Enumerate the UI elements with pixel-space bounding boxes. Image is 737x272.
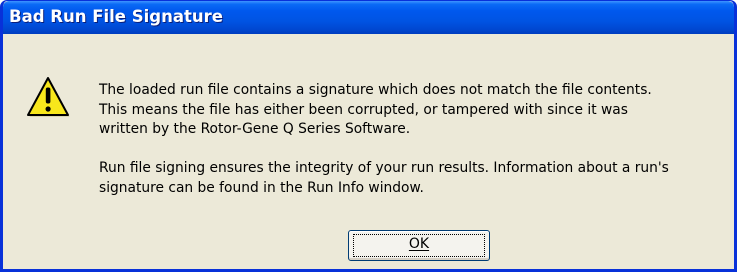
dialog-title: Bad Run File Signature xyxy=(9,7,223,26)
dialog-message: The loaded run file contains a signature… xyxy=(99,81,734,198)
message-line: The loaded run file contains a signature… xyxy=(99,82,652,98)
ok-button[interactable]: OK xyxy=(348,230,490,261)
message-line: written by the Rotor-Gene Q Series Softw… xyxy=(99,121,411,137)
message-dialog: Bad Run File Signature The loaded run fi… xyxy=(0,0,737,272)
ok-button-label: OK xyxy=(408,236,430,252)
warning-icon xyxy=(27,77,70,117)
message-paragraph-1: The loaded run file contains a signature… xyxy=(99,81,734,140)
title-bar[interactable]: Bad Run File Signature xyxy=(3,1,734,34)
message-paragraph-2: Run file signing ensures the integrity o… xyxy=(99,159,734,198)
message-line: This means the file has either been corr… xyxy=(99,101,628,118)
message-line: signature can be found in the Run Info w… xyxy=(99,179,424,196)
message-line: Run file signing ensures the integrity o… xyxy=(99,160,669,176)
